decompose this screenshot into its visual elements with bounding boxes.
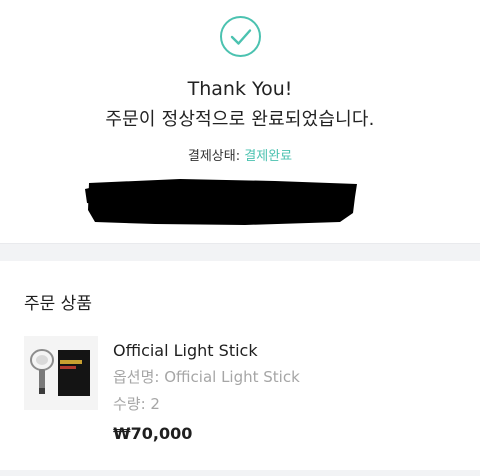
order-complete-message: 주문이 정상적으로 완료되었습니다. (105, 109, 375, 130)
redacted-area (85, 179, 357, 225)
payment-status: 결제상태: 결제완료 (0, 145, 480, 164)
section-divider (0, 243, 480, 262)
product-thumbnail (24, 336, 98, 410)
product-price: ₩70,000 (113, 424, 193, 443)
product-option: 옵션명: Official Light Stick (113, 368, 300, 386)
check-circle-icon (220, 16, 261, 57)
order-confirmation-section: Thank You! 주문이 정상적으로 완료되었습니다. 결제상태: 결제완료 (0, 0, 480, 243)
payment-status-value: 결제완료 (244, 149, 293, 164)
payment-status-label: 결제상태: (187, 149, 245, 164)
product-quantity: 수량: 2 (113, 395, 160, 413)
thank-you-title: Thank You! (187, 78, 293, 100)
product-name: Official Light Stick (113, 341, 258, 360)
order-products-title: 주문 상품 (24, 294, 92, 314)
bottom-divider (0, 470, 480, 476)
order-products-section: 주문 상품 Official Light Stick 옵션명: Official… (0, 261, 480, 476)
order-complete-page: Thank You! 주문이 정상적으로 완료되었습니다. 결제상태: 결제완료… (0, 0, 480, 476)
